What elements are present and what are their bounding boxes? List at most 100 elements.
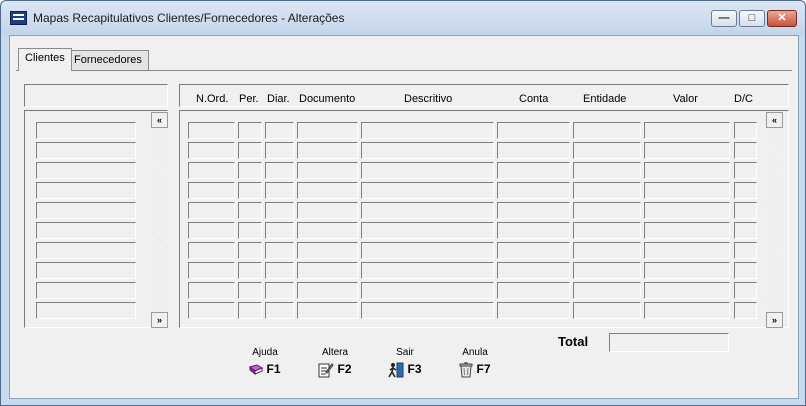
grid-cell[interactable] [238, 162, 262, 179]
grid-cell[interactable] [644, 162, 730, 179]
grid-cell[interactable] [265, 242, 294, 259]
grid-cell[interactable] [734, 142, 757, 159]
grid-cell[interactable] [361, 122, 494, 139]
grid-cell[interactable] [497, 282, 570, 299]
grid-cell[interactable] [265, 262, 294, 279]
grid-cell[interactable] [188, 242, 235, 259]
grid-cell[interactable] [573, 302, 641, 319]
grid-cell[interactable] [188, 142, 235, 159]
grid-cell[interactable] [644, 142, 730, 159]
grid-cell[interactable] [265, 142, 294, 159]
grid-scrollbar[interactable]: « » [766, 112, 783, 328]
grid-cell[interactable] [297, 182, 358, 199]
grid-cell[interactable] [188, 162, 235, 179]
grid-cell[interactable] [297, 262, 358, 279]
cancel-button[interactable]: Anula F7 [450, 347, 500, 381]
grid-scroll-down-button[interactable]: » [766, 312, 783, 328]
grid-cell[interactable] [644, 182, 730, 199]
total-field[interactable] [609, 333, 729, 352]
tab-fornecedores[interactable]: Fornecedores [67, 50, 149, 71]
grid-cell[interactable] [644, 302, 730, 319]
grid-cell[interactable] [573, 162, 641, 179]
grid-cell[interactable] [573, 282, 641, 299]
grid-cell[interactable] [497, 262, 570, 279]
minimize-button[interactable]: — [711, 10, 737, 27]
grid-cell[interactable] [734, 262, 757, 279]
grid-cell[interactable] [497, 222, 570, 239]
grid-cell[interactable] [238, 222, 262, 239]
left-scroll-down-button[interactable]: » [151, 312, 168, 328]
grid-cell[interactable] [238, 122, 262, 139]
list-item[interactable] [36, 162, 136, 179]
grid-cell[interactable] [361, 302, 494, 319]
edit-button[interactable]: Altera F2 [310, 347, 360, 381]
list-item[interactable] [36, 122, 136, 139]
grid-cell[interactable] [238, 142, 262, 159]
grid-cell[interactable] [265, 122, 294, 139]
grid-cell[interactable] [734, 162, 757, 179]
grid-cell[interactable] [297, 162, 358, 179]
grid-cell[interactable] [297, 202, 358, 219]
grid-cell[interactable] [297, 282, 358, 299]
grid-cell[interactable] [265, 302, 294, 319]
grid-cell[interactable] [265, 222, 294, 239]
grid-cell[interactable] [238, 302, 262, 319]
grid-cell[interactable] [188, 202, 235, 219]
grid-cell[interactable] [497, 122, 570, 139]
grid-cell[interactable] [734, 202, 757, 219]
grid-cell[interactable] [734, 182, 757, 199]
grid-cell[interactable] [188, 182, 235, 199]
grid-cell[interactable] [238, 182, 262, 199]
grid-cell[interactable] [238, 282, 262, 299]
grid-cell[interactable] [497, 242, 570, 259]
grid-cell[interactable] [188, 282, 235, 299]
grid-cell[interactable] [734, 282, 757, 299]
grid-cell[interactable] [238, 202, 262, 219]
grid-cell[interactable] [361, 182, 494, 199]
grid-cell[interactable] [361, 162, 494, 179]
grid-cell[interactable] [497, 142, 570, 159]
list-item[interactable] [36, 142, 136, 159]
grid-cell[interactable] [265, 282, 294, 299]
list-item[interactable] [36, 302, 136, 319]
grid-cell[interactable] [188, 262, 235, 279]
grid-cell[interactable] [361, 242, 494, 259]
grid-cell[interactable] [265, 162, 294, 179]
grid-cell[interactable] [361, 202, 494, 219]
grid-cell[interactable] [188, 122, 235, 139]
grid-cell[interactable] [238, 242, 262, 259]
grid-cell[interactable] [644, 282, 730, 299]
grid-cell[interactable] [734, 302, 757, 319]
grid-cell[interactable] [297, 142, 358, 159]
tab-clientes[interactable]: Clientes [18, 48, 72, 71]
grid-cell[interactable] [573, 222, 641, 239]
grid-scroll-up-button[interactable]: « [766, 112, 783, 128]
close-button[interactable]: ✕ [767, 10, 797, 27]
grid-cell[interactable] [238, 262, 262, 279]
grid-cell[interactable] [573, 202, 641, 219]
grid-cell[interactable] [361, 222, 494, 239]
grid-cell[interactable] [188, 222, 235, 239]
grid-cell[interactable] [644, 242, 730, 259]
help-button[interactable]: Ajuda F1 [240, 347, 290, 381]
grid-cell[interactable] [573, 122, 641, 139]
grid-cell[interactable] [644, 262, 730, 279]
exit-button[interactable]: Sair F3 [380, 347, 430, 381]
grid-cell[interactable] [573, 182, 641, 199]
grid-cell[interactable] [361, 282, 494, 299]
grid-cell[interactable] [265, 202, 294, 219]
grid-cell[interactable] [734, 222, 757, 239]
grid-cell[interactable] [497, 302, 570, 319]
list-item[interactable] [36, 182, 136, 199]
grid-cell[interactable] [297, 242, 358, 259]
grid-cell[interactable] [573, 142, 641, 159]
grid-cell[interactable] [297, 122, 358, 139]
grid-cell[interactable] [573, 262, 641, 279]
grid-cell[interactable] [734, 242, 757, 259]
list-item[interactable] [36, 202, 136, 219]
grid-cell[interactable] [297, 222, 358, 239]
grid-cell[interactable] [497, 182, 570, 199]
grid-cell[interactable] [573, 242, 641, 259]
grid-cell[interactable] [361, 142, 494, 159]
maximize-button[interactable]: □ [739, 10, 765, 27]
